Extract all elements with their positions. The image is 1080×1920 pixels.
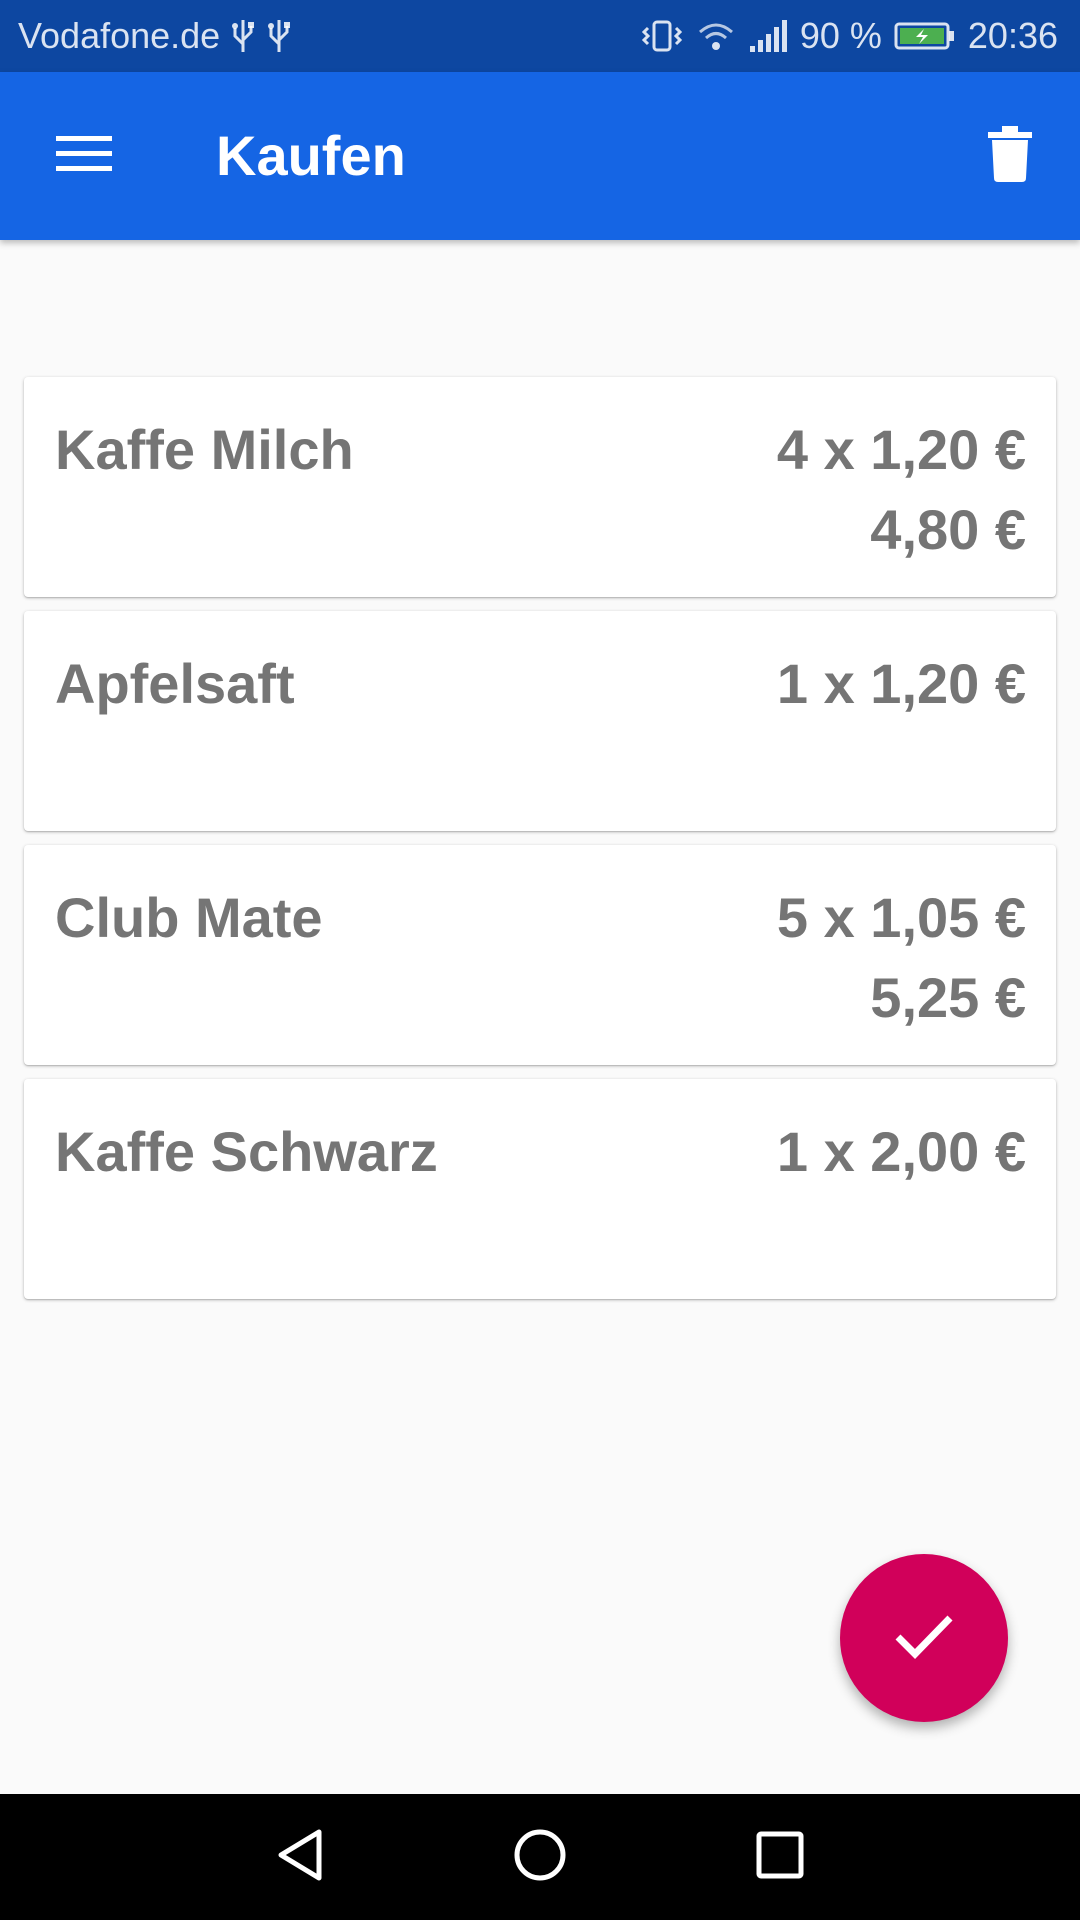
- delete-button[interactable]: [970, 116, 1050, 196]
- system-nav-bar: [0, 1794, 1080, 1920]
- item-total: 5,25 €: [870, 966, 1026, 1029]
- list-item[interactable]: Apfelsaft 1 x 1,20 €: [24, 611, 1056, 831]
- menu-button[interactable]: [40, 116, 128, 196]
- cart-list: Kaffe Milch 4 x 1,20 € 4,80 € Apfelsaft …: [24, 377, 1056, 1313]
- back-button[interactable]: [270, 1827, 330, 1887]
- confirm-fab-button[interactable]: [840, 1554, 1008, 1722]
- recents-icon: [755, 1830, 805, 1885]
- clock: 20:36: [967, 15, 1058, 56]
- status-left: Vodafone.de: [18, 0, 292, 72]
- item-name: Club Mate: [55, 886, 323, 949]
- recents-button[interactable]: [750, 1827, 810, 1887]
- usb-icon: [266, 18, 292, 54]
- wifi-icon: [696, 18, 736, 54]
- list-item[interactable]: Club Mate 5 x 1,05 € 5,25 €: [24, 845, 1056, 1065]
- battery-charging-icon: [894, 20, 956, 52]
- item-quantity-price: 4 x 1,20 €: [776, 418, 1026, 481]
- home-icon: [513, 1828, 567, 1887]
- signal-icon: [748, 18, 788, 54]
- item-name: Apfelsaft: [55, 652, 295, 715]
- list-item[interactable]: Kaffe Milch 4 x 1,20 € 4,80 €: [24, 377, 1056, 597]
- item-quantity-price: 1 x 1,20 €: [776, 652, 1026, 715]
- app-bar: Kaufen: [0, 72, 1080, 240]
- check-icon: [894, 1613, 954, 1664]
- usb-icon: [230, 18, 256, 54]
- item-name: Kaffe Milch: [55, 418, 354, 481]
- carrier-label: Vodafone.de: [18, 15, 221, 56]
- vibrate-icon: [640, 18, 684, 54]
- list-item[interactable]: Kaffe Schwarz 1 x 2,00 €: [24, 1079, 1056, 1299]
- home-button[interactable]: [510, 1827, 570, 1887]
- battery-label: 90 %: [799, 15, 882, 56]
- item-quantity-price: 5 x 1,05 €: [776, 886, 1026, 949]
- item-quantity-price: 1 x 2,00 €: [776, 1120, 1026, 1183]
- item-total: 4,80 €: [870, 498, 1026, 561]
- status-bar: Vodafone.de 90 % 20:36: [0, 0, 1080, 72]
- trash-icon: [988, 125, 1032, 187]
- back-icon: [275, 1828, 325, 1887]
- status-right: 90 % 20:36: [640, 0, 1058, 72]
- menu-icon: [56, 132, 112, 181]
- item-name: Kaffe Schwarz: [55, 1120, 438, 1183]
- page-title: Kaufen: [216, 124, 406, 187]
